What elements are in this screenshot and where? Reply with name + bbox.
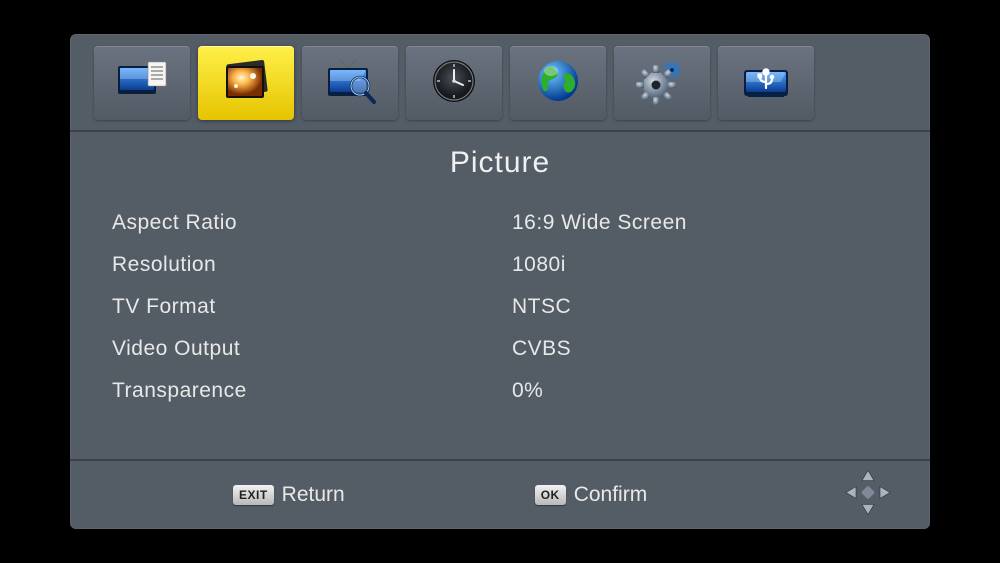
setting-label: Video Output: [112, 337, 512, 361]
tab-channel-search[interactable]: [302, 46, 398, 120]
tab-program[interactable]: [94, 46, 190, 120]
picture-icon: [218, 56, 274, 111]
tab-usb[interactable]: [718, 46, 814, 120]
setting-value: 1080i: [512, 253, 888, 277]
tv-search-icon: [322, 56, 378, 111]
tab-time[interactable]: [406, 46, 502, 120]
page-title: Picture: [112, 146, 888, 180]
hint-return: EXIT Return: [233, 483, 345, 507]
ok-key-badge: OK: [535, 485, 566, 505]
exit-key-badge: EXIT: [233, 485, 274, 505]
gears-icon: [634, 56, 690, 111]
clock-icon: [426, 56, 482, 111]
usb-drive-icon: [738, 56, 794, 111]
hint-confirm: OK Confirm: [535, 483, 648, 507]
top-tab-bar: [70, 34, 930, 132]
tab-system[interactable]: [614, 46, 710, 120]
dpad-icon: [844, 469, 892, 522]
setting-aspect-ratio[interactable]: Aspect Ratio 16:9 Wide Screen: [112, 202, 888, 244]
setting-tv-format[interactable]: TV Format NTSC: [112, 286, 888, 328]
hint-confirm-label: Confirm: [574, 483, 648, 507]
settings-panel: Picture Aspect Ratio 16:9 Wide Screen Re…: [70, 34, 930, 529]
globe-icon: [530, 56, 586, 111]
footer-bar: EXIT Return OK Confirm: [70, 461, 930, 529]
setting-transparence[interactable]: Transparence 0%: [112, 370, 888, 412]
setting-label: TV Format: [112, 295, 512, 319]
tab-language[interactable]: [510, 46, 606, 120]
setting-label: Transparence: [112, 379, 512, 403]
setting-value: 0%: [512, 379, 888, 403]
setting-video-output[interactable]: Video Output CVBS: [112, 328, 888, 370]
setting-value: CVBS: [512, 337, 888, 361]
tv-list-icon: [114, 56, 170, 111]
settings-list: Aspect Ratio 16:9 Wide Screen Resolution…: [112, 202, 888, 412]
setting-label: Aspect Ratio: [112, 211, 512, 235]
hint-return-label: Return: [282, 483, 345, 507]
settings-content: Picture Aspect Ratio 16:9 Wide Screen Re…: [70, 132, 930, 461]
setting-resolution[interactable]: Resolution 1080i: [112, 244, 888, 286]
setting-value: 16:9 Wide Screen: [512, 211, 888, 235]
setting-label: Resolution: [112, 253, 512, 277]
tab-picture[interactable]: [198, 46, 294, 120]
setting-value: NTSC: [512, 295, 888, 319]
